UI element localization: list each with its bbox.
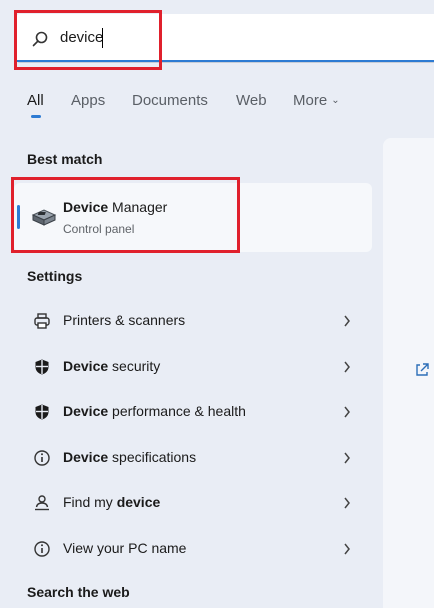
shield-icon <box>35 359 49 375</box>
settings-item-printers[interactable]: Printers & scanners <box>14 301 372 341</box>
settings-item-label: Device performance & health <box>63 403 246 419</box>
annotation-box-best-match <box>11 177 240 253</box>
settings-item-label: Device security <box>63 358 161 374</box>
settings-item-label: View your PC name <box>63 540 187 556</box>
tab-apps[interactable]: Apps <box>71 92 105 109</box>
settings-item-label: Printers & scanners <box>63 312 186 328</box>
tab-more[interactable]: More ⌄ <box>293 92 340 109</box>
settings-item-device-performance[interactable]: Device performance & health <box>14 392 372 432</box>
tab-web[interactable]: Web <box>236 92 267 109</box>
tab-active-indicator <box>31 115 41 118</box>
settings-item-find-my-device[interactable]: Find my device <box>14 483 372 523</box>
settings-heading: Settings <box>27 268 83 284</box>
chevron-down-icon: ⌄ <box>331 95 340 106</box>
search-the-web-heading: Search the web <box>27 584 130 600</box>
annotation-box-search <box>14 10 162 70</box>
info-icon <box>34 450 50 466</box>
best-match-heading: Best match <box>27 151 103 167</box>
chevron-right-icon <box>344 315 350 327</box>
settings-item-label: Find my device <box>63 494 161 510</box>
settings-item-device-security[interactable]: Device security <box>14 347 372 387</box>
chevron-right-icon <box>344 543 350 555</box>
settings-item-device-specifications[interactable]: Device specifications <box>14 438 372 478</box>
open-external-icon[interactable] <box>414 362 430 378</box>
chevron-right-icon <box>344 497 350 509</box>
chevron-right-icon <box>344 452 350 464</box>
shield-icon <box>35 404 49 420</box>
settings-item-label: Device specifications <box>63 449 197 465</box>
chevron-right-icon <box>344 361 350 373</box>
chevron-right-icon <box>344 406 350 418</box>
tab-documents[interactable]: Documents <box>132 92 208 109</box>
tab-more-label: More <box>293 92 328 109</box>
person-location-icon <box>35 495 49 511</box>
tab-all[interactable]: All <box>27 92 44 109</box>
printer-icon <box>34 313 50 329</box>
info-icon <box>34 541 50 557</box>
settings-item-view-pc-name[interactable]: View your PC name <box>14 529 372 569</box>
